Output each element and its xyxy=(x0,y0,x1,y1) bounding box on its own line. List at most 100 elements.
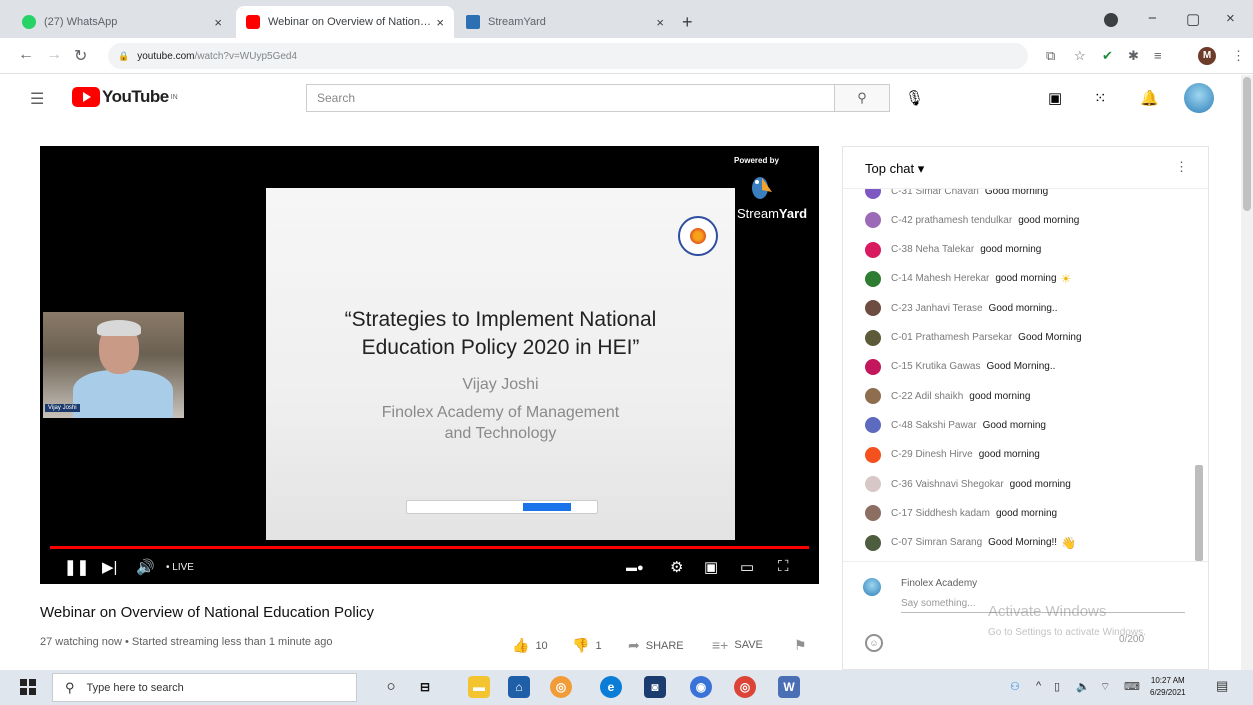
chat-message[interactable]: C-29 Dinesh Hirve good morning xyxy=(865,445,1040,465)
miniplayer-icon[interactable]: ▣ xyxy=(704,558,718,576)
maximize-button[interactable]: ▢ xyxy=(1186,10,1200,28)
checkmark-extension-icon[interactable]: ✔ xyxy=(1102,48,1113,64)
chat-author-avatar[interactable] xyxy=(865,388,881,405)
chat-author-avatar[interactable] xyxy=(865,212,881,229)
chat-author-avatar[interactable] xyxy=(865,300,881,317)
microphone-icon[interactable]: 🎙 xyxy=(905,89,924,107)
chrome-canary-icon[interactable]: ◎ xyxy=(550,676,572,698)
cast-icon[interactable]: ⧉ xyxy=(1046,48,1055,64)
close-window-button[interactable]: × xyxy=(1226,10,1235,27)
chat-message[interactable]: C-07 Simran Sarang Good Morning!! 👋 xyxy=(865,533,1076,553)
volume-icon[interactable]: 🔊 xyxy=(136,558,155,576)
chat-message[interactable]: C-36 Vaishnavi Shegokar good morning xyxy=(865,474,1071,494)
like-button[interactable]: 👍 10 xyxy=(512,637,548,654)
captions-toggle-icon[interactable]: ▬● xyxy=(626,562,644,574)
chat-message[interactable]: C-01 Prathamesh Parsekar Good Morning xyxy=(865,328,1082,348)
chat-author-avatar[interactable] xyxy=(865,189,881,199)
store-icon[interactable]: ⌂ xyxy=(508,676,530,698)
live-badge[interactable]: • LIVE xyxy=(166,562,194,573)
chat-author-avatar[interactable] xyxy=(865,505,881,522)
dislike-button[interactable]: 👎 1 xyxy=(572,637,602,654)
chat-author-name[interactable]: C-29 Dinesh Hirve xyxy=(891,449,973,460)
forward-arrow-icon[interactable]: → xyxy=(46,46,62,64)
chat-author-name[interactable]: C-15 Krutika Gawas xyxy=(891,361,980,372)
chat-author-name[interactable]: C-42 prathamesh tendulkar xyxy=(891,215,1012,226)
chat-message[interactable]: C-15 Krutika Gawas Good Morning.. xyxy=(865,357,1055,377)
back-arrow-icon[interactable]: ← xyxy=(18,46,34,64)
new-tab-button[interactable]: + xyxy=(682,12,693,33)
tab-streamyard[interactable]: StreamYard × xyxy=(456,6,674,38)
fullscreen-icon[interactable]: ⛶ xyxy=(778,558,789,575)
notifications-center-icon[interactable]: ▤ xyxy=(1216,678,1228,694)
cortana-icon[interactable]: ○ xyxy=(380,676,402,698)
search-button[interactable]: ⚲ xyxy=(834,84,890,112)
firefox-icon[interactable]: ◉ xyxy=(690,676,712,698)
edge-icon[interactable]: e xyxy=(600,676,622,698)
next-icon[interactable]: ▶| xyxy=(102,558,117,576)
show-hidden-icons-icon[interactable]: ^ xyxy=(1036,680,1041,692)
chat-author-avatar[interactable] xyxy=(865,270,881,287)
close-tab-icon[interactable]: × xyxy=(214,15,222,30)
tab-whatsapp[interactable]: (27) WhatsApp × xyxy=(12,6,232,38)
hamburger-menu-icon[interactable]: ☰ xyxy=(30,89,44,109)
wifi-icon[interactable]: ⌔ xyxy=(1100,680,1110,694)
chat-author-name[interactable]: C-07 Simran Sarang xyxy=(891,537,982,548)
report-button[interactable]: ⚑ xyxy=(794,637,813,654)
chat-author-name[interactable]: C-17 Siddhesh kadam xyxy=(891,508,990,519)
create-video-icon[interactable]: ▣ xyxy=(1048,89,1062,107)
save-button[interactable]: ≡+ SAVE xyxy=(712,637,763,653)
chat-message[interactable]: C-42 prathamesh tendulkar good morning xyxy=(865,210,1079,230)
chat-message-list[interactable]: C-31 Simar Chavan Good morning C-42 pratha… xyxy=(843,189,1193,561)
theater-mode-icon[interactable]: ▭ xyxy=(740,558,754,576)
chat-author-avatar[interactable] xyxy=(865,358,881,375)
page-scrollbar[interactable] xyxy=(1241,75,1253,670)
chat-message[interactable]: C-31 Simar Chavan Good morning xyxy=(865,189,1048,201)
network-people-icon[interactable]: ⚇ xyxy=(1010,680,1020,693)
keyboard-language-icon[interactable]: ⌨ xyxy=(1124,680,1140,693)
chat-author-name[interactable]: C-36 Vaishnavi Shegokar xyxy=(891,479,1004,490)
chat-author-name[interactable]: C-38 Neha Talekar xyxy=(891,244,974,255)
taskbar-search-box[interactable]: ⚲ Type here to search xyxy=(52,673,357,702)
chat-message[interactable]: C-22 Adil shaikh good morning xyxy=(865,386,1030,406)
close-tab-icon[interactable]: × xyxy=(656,15,664,30)
settings-gear-icon[interactable]: ⚙ xyxy=(670,558,683,576)
chat-author-name[interactable]: C-23 Janhavi Terase xyxy=(891,303,983,314)
media-control-icon[interactable] xyxy=(1104,13,1118,27)
battery-icon[interactable]: ▯ xyxy=(1054,680,1060,693)
app-icon[interactable]: ◙ xyxy=(644,676,666,698)
tab-youtube-webinar[interactable]: Webinar on Overview of Nation… × xyxy=(236,6,454,38)
chat-author-name[interactable]: C-22 Adil shaikh xyxy=(891,391,963,402)
task-view-icon[interactable]: ⊟ xyxy=(414,676,436,698)
reload-icon[interactable]: ↻ xyxy=(74,46,87,66)
page-scrollbar-thumb[interactable] xyxy=(1243,77,1251,211)
share-button[interactable]: ➦ SHARE xyxy=(628,637,684,654)
extensions-puzzle-icon[interactable]: ✱ xyxy=(1128,48,1139,64)
chat-message[interactable]: C-14 Mahesh Herekar good morning ☀ xyxy=(865,269,1071,289)
chat-author-avatar[interactable] xyxy=(865,329,881,346)
channel-avatar[interactable] xyxy=(1184,83,1214,113)
chat-more-options-icon[interactable]: ⋮ xyxy=(1175,159,1188,175)
chat-author-name[interactable]: C-01 Prathamesh Parsekar xyxy=(891,332,1012,343)
volume-tray-icon[interactable]: 🔈 xyxy=(1076,680,1090,693)
chat-message[interactable]: C-38 Neha Talekar good morning xyxy=(865,240,1041,260)
emoji-picker-icon[interactable]: ☺ xyxy=(865,634,883,652)
video-player[interactable]: “Strategies to Implement National Educat… xyxy=(40,146,819,584)
top-chat-dropdown[interactable]: Top chat ▾ xyxy=(865,161,924,177)
pause-icon[interactable]: ❚❚ xyxy=(64,558,89,576)
bookmark-star-icon[interactable]: ☆ xyxy=(1074,48,1086,64)
chat-author-name[interactable]: C-31 Simar Chavan xyxy=(891,189,979,197)
word-icon[interactable]: W xyxy=(778,676,800,698)
close-tab-icon[interactable]: × xyxy=(436,15,444,30)
profile-avatar[interactable]: M xyxy=(1198,47,1216,65)
reading-list-icon[interactable]: ≡ xyxy=(1154,48,1162,63)
taskbar-clock[interactable]: 10:27 AM 6/29/2021 xyxy=(1150,675,1186,699)
chat-message[interactable]: C-48 Sakshi Pawar Good morning xyxy=(865,415,1046,435)
search-input[interactable]: Search xyxy=(306,84,834,112)
address-bar[interactable]: 🔒 youtube.com /watch?v=WUyp5Ged4 xyxy=(108,43,1028,69)
chrome-menu-icon[interactable]: ⋮ xyxy=(1232,48,1245,64)
chat-author-name[interactable]: C-48 Sakshi Pawar xyxy=(891,420,977,431)
progress-bar[interactable] xyxy=(50,546,809,549)
chat-message[interactable]: C-17 Siddhesh kadam good morning xyxy=(865,503,1057,523)
chat-message[interactable]: C-23 Janhavi Terase Good morning.. xyxy=(865,298,1057,318)
chat-author-avatar[interactable] xyxy=(865,534,881,551)
